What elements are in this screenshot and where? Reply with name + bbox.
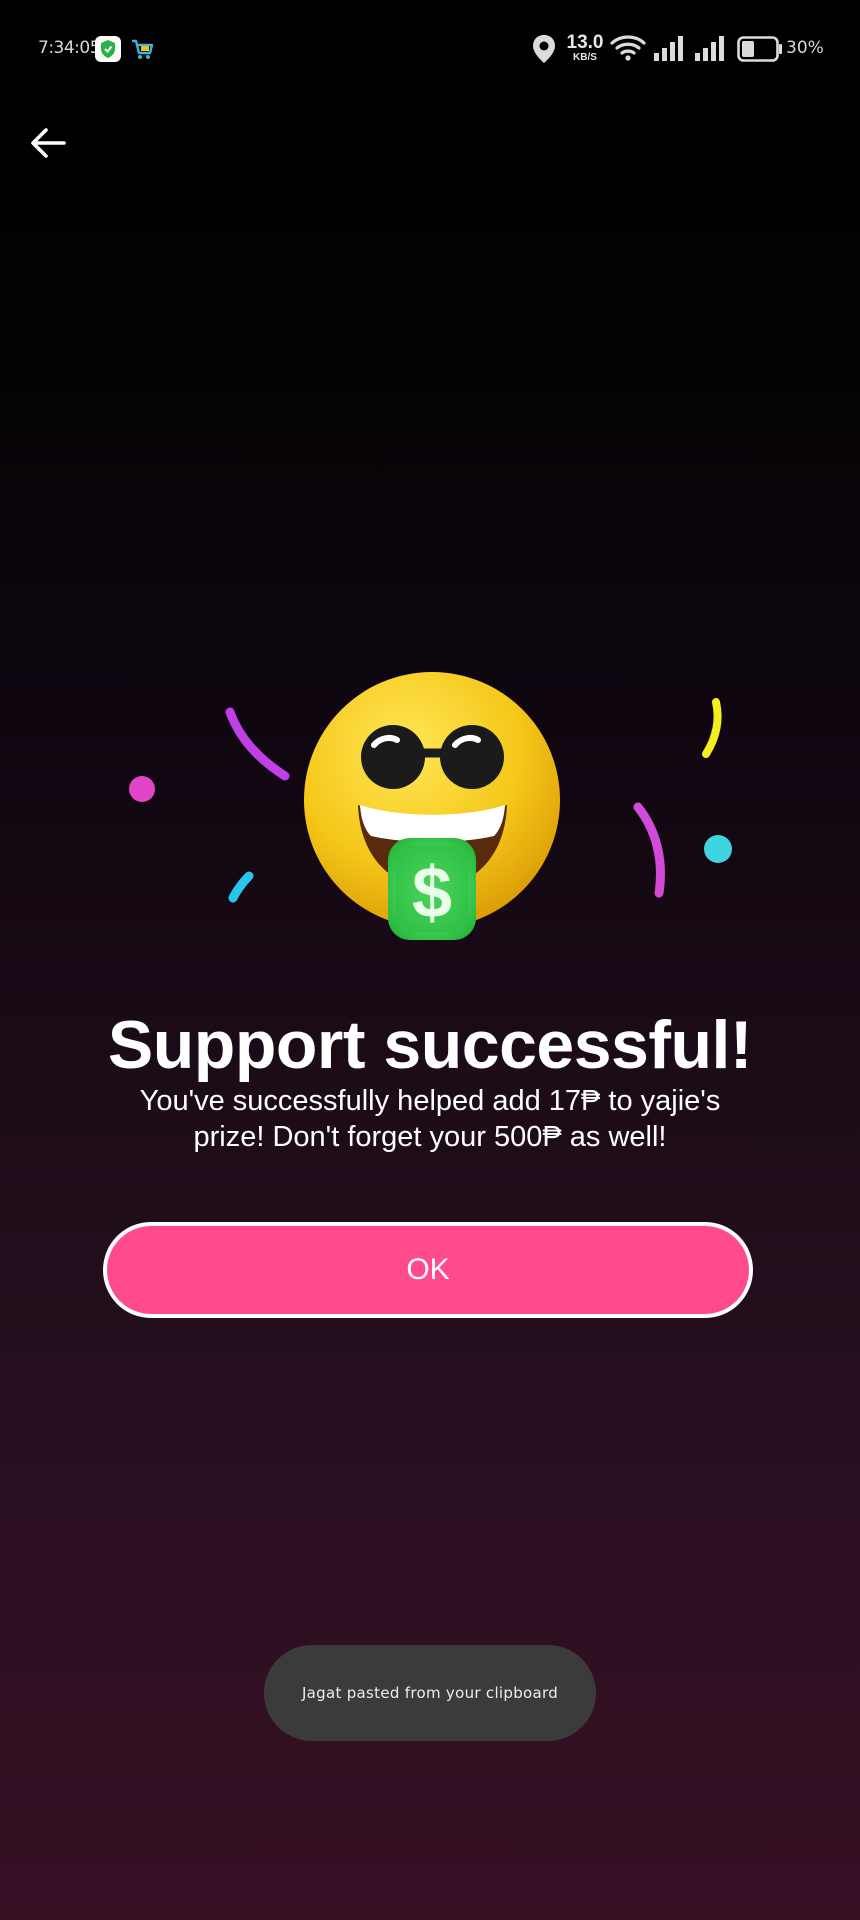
network-speed-unit: KB/S — [573, 52, 597, 63]
toast-text: Jagat pasted from your clipboard — [301, 1684, 559, 1702]
page-title: Support successful! — [107, 1007, 753, 1083]
confetti-streamer — [702, 698, 722, 758]
battery-icon — [737, 36, 782, 62]
svg-text:$: $ — [412, 853, 452, 933]
status-time: 7:34:05 — [38, 38, 101, 58]
confetti-streamer — [225, 707, 290, 781]
signal-icon — [654, 36, 683, 61]
back-button[interactable] — [26, 122, 72, 168]
location-icon — [533, 35, 555, 63]
confetti-dot — [129, 776, 155, 802]
arrow-left-icon — [31, 128, 66, 158]
ok-button[interactable]: OK — [103, 1222, 753, 1318]
signal-icon-2 — [695, 36, 724, 61]
money-mouth-sunglasses-emoji: $ — [304, 672, 560, 940]
confetti-streamer — [228, 871, 254, 903]
celebration-illustration: $ — [129, 672, 732, 940]
confetti-dot — [704, 835, 732, 863]
shield-app-icon — [95, 36, 121, 62]
clipboard-toast: Jagat pasted from your clipboard — [264, 1645, 596, 1741]
success-message: You've successfully helped add 17₱ to ya… — [139, 1085, 721, 1153]
wifi-icon — [610, 35, 646, 61]
status-bar: 7:34:05 13.0 KB/S 30% — [0, 0, 860, 96]
cart-app-icon — [132, 39, 154, 59]
network-speed: 13.0 KB/S — [565, 33, 605, 63]
battery-percent: 30% — [786, 38, 824, 58]
network-speed-value: 13.0 — [566, 32, 604, 53]
confetti-streamer — [633, 802, 665, 898]
